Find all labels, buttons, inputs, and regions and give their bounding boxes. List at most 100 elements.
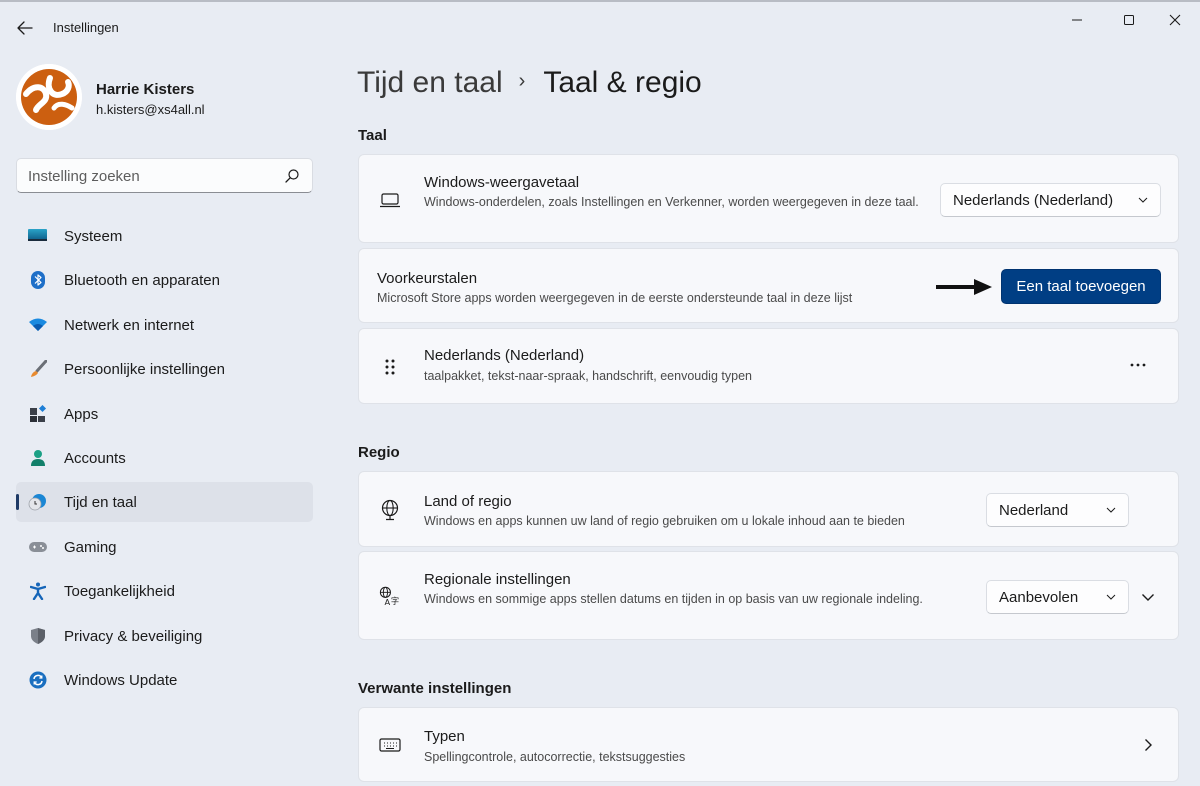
shield-icon	[28, 627, 48, 645]
keyboard-icon	[379, 734, 401, 756]
sidebar-item-toegankelijkheid[interactable]: Toegankelijkheid	[16, 571, 313, 611]
apps-icon	[28, 404, 48, 423]
card-description: Windows en sommige apps stellen datums e…	[424, 592, 923, 606]
sidebar-item-apps[interactable]: Apps	[16, 394, 313, 434]
card-title: Regionale instellingen	[424, 571, 571, 588]
sidebar-item-persoonlijk[interactable]: Persoonlijke instellingen	[16, 349, 313, 389]
page-title: Taal & regio	[543, 66, 702, 99]
sidebar-item-label: Netwerk en internet	[64, 316, 195, 334]
regional-format-card: A字 Regionale instellingen Windows en som…	[358, 551, 1179, 640]
sidebar-nav: Systeem Bluetooth en apparaten Netwerk e…	[16, 216, 313, 704]
paintbrush-icon	[28, 360, 48, 378]
more-icon	[1130, 363, 1146, 367]
preferred-languages-card: Voorkeurstalen Microsoft Store apps word…	[358, 248, 1179, 323]
more-options-button[interactable]	[1126, 353, 1150, 377]
sidebar-item-label: Systeem	[64, 228, 123, 245]
bluetooth-icon	[28, 271, 48, 290]
chevron-down-icon	[1106, 507, 1116, 513]
active-indicator	[16, 494, 19, 511]
globe-icon	[379, 499, 401, 521]
dropdown-value: Nederland	[999, 502, 1069, 519]
wifi-icon	[28, 316, 48, 334]
sidebar-item-accounts[interactable]: Accounts	[16, 438, 313, 478]
sidebar-item-systeem[interactable]: Systeem	[16, 216, 313, 256]
account-icon	[28, 449, 48, 467]
back-button[interactable]	[10, 14, 40, 42]
svg-text:A: A	[385, 597, 391, 607]
sidebar-item-gaming[interactable]: Gaming	[16, 527, 313, 567]
maximize-button[interactable]	[1106, 8, 1152, 32]
minimize-icon	[1072, 19, 1082, 21]
chevron-right-icon	[1145, 739, 1152, 751]
profile-email: h.kisters@xs4all.nl	[96, 102, 205, 117]
sidebar-item-tijd-en-taal[interactable]: Tijd en taal	[16, 482, 313, 523]
language-features: taalpakket, tekst-naar-spraak, handschri…	[424, 369, 752, 383]
section-title-related: Verwante instellingen	[358, 680, 512, 697]
breadcrumb-parent[interactable]: Tijd en taal	[357, 66, 503, 100]
card-title: Land of regio	[424, 493, 512, 510]
add-language-button[interactable]: Een taal toevoegen	[1001, 269, 1161, 304]
card-description: Spellingcontrole, autocorrectie, tekstsu…	[424, 750, 686, 764]
sidebar-item-label: Toegankelijkheid	[64, 583, 175, 601]
card-description: Microsoft Store apps worden weergegeven …	[377, 291, 853, 305]
card-title: Windows-weergavetaal	[424, 174, 580, 191]
regional-format-dropdown[interactable]: Aanbevolen	[986, 580, 1129, 614]
card-description: Windows-onderdelen, zoals Instellingen e…	[424, 195, 919, 209]
dropdown-value: Aanbevolen	[999, 589, 1079, 606]
sidebar-item-bluetooth[interactable]: Bluetooth en apparaten	[16, 260, 313, 300]
search-input[interactable]	[28, 166, 278, 186]
breadcrumb-separator-icon: ›	[518, 69, 526, 92]
time-language-icon	[28, 493, 48, 511]
chevron-down-icon	[1142, 594, 1154, 601]
display-language-dropdown[interactable]: Nederlands (Nederland)	[940, 183, 1161, 217]
sidebar-item-label: Gaming	[64, 538, 117, 556]
language-name: Nederlands (Nederland)	[424, 347, 585, 364]
card-title: Typen	[424, 728, 465, 745]
sidebar-item-label: Windows Update	[64, 671, 178, 689]
chevron-down-icon	[1106, 594, 1116, 600]
back-arrow-icon	[17, 21, 33, 35]
sidebar-item-label: Persoonlijke instellingen	[64, 361, 225, 379]
typing-card[interactable]: Typen Spellingcontrole, autocorrectie, t…	[358, 707, 1179, 782]
language-format-icon: A字	[379, 585, 401, 607]
svg-text:字: 字	[391, 596, 399, 606]
sidebar-item-privacy[interactable]: Privacy & beveiliging	[16, 616, 313, 656]
sidebar-item-label: Accounts	[64, 449, 126, 467]
card-description: Windows en apps kunnen uw land of regio …	[424, 514, 905, 528]
search-box	[16, 158, 313, 193]
sidebar-item-label: Privacy & beveiliging	[64, 627, 203, 645]
section-title-taal: Taal	[358, 127, 387, 144]
sidebar-item-label: Apps	[64, 405, 99, 423]
update-icon	[28, 671, 48, 689]
language-list-item[interactable]: Nederlands (Nederland) taalpakket, tekst…	[358, 328, 1179, 404]
sidebar-item-netwerk[interactable]: Netwerk en internet	[16, 305, 313, 345]
avatar-logo-icon	[16, 64, 82, 130]
profile-name: Harrie Kisters	[96, 81, 195, 98]
user-profile[interactable]: Harrie Kisters h.kisters@xs4all.nl	[16, 64, 316, 132]
navigate-button[interactable]	[1136, 733, 1160, 757]
sidebar-item-label: Bluetooth en apparaten	[64, 272, 220, 290]
drag-handle-icon[interactable]	[379, 356, 401, 378]
title-bar: Instellingen	[0, 0, 1200, 56]
breadcrumb: Tijd en taal › Taal & regio	[357, 66, 702, 100]
app-title: Instellingen	[53, 20, 119, 35]
close-button[interactable]	[1152, 8, 1198, 32]
close-icon	[1169, 14, 1181, 26]
dropdown-value: Nederlands (Nederland)	[953, 192, 1114, 209]
country-dropdown[interactable]: Nederland	[986, 493, 1129, 527]
sidebar-item-label: Tijd en taal	[64, 494, 137, 512]
chevron-down-icon	[1138, 197, 1148, 203]
display-language-card: Windows-weergavetaal Windows-onderdelen,…	[358, 154, 1179, 243]
avatar	[16, 64, 82, 130]
section-title-regio: Regio	[358, 444, 400, 461]
search-icon[interactable]	[284, 168, 300, 184]
sidebar-item-windows-update[interactable]: Windows Update	[16, 660, 313, 700]
maximize-icon	[1124, 15, 1134, 25]
card-title: Voorkeurstalen	[377, 270, 478, 287]
expand-button[interactable]	[1136, 585, 1160, 609]
minimize-button[interactable]	[1054, 8, 1100, 32]
accessibility-icon	[28, 582, 48, 601]
country-region-card: Land of regio Windows en apps kunnen uw …	[358, 471, 1179, 547]
system-icon	[28, 227, 48, 245]
gamepad-icon	[28, 538, 48, 556]
